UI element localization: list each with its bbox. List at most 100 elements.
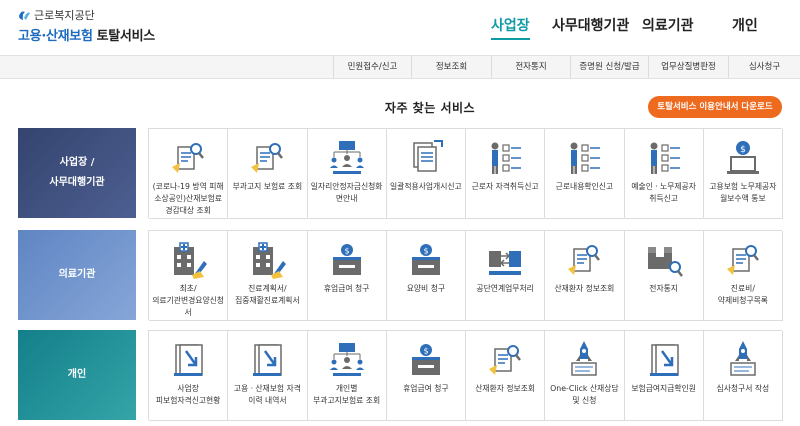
package-magnifier-icon xyxy=(647,247,683,277)
service-tile[interactable]: 부과고지 보험료 조회 xyxy=(228,129,308,219)
service-tile-label: 고용ㆍ산재보험 자격 이력 내역서 xyxy=(233,384,301,405)
service-tile[interactable]: 고용ㆍ산재보험 자격 이력 내역서 xyxy=(228,331,308,421)
row-label-line: 사무대행기관 xyxy=(49,177,105,188)
subnav-civil-application[interactable]: 민원접수/신고 xyxy=(333,56,411,78)
service-tile-label: 고용보험 노무제공자 월보수액 통보 xyxy=(709,182,777,203)
service-tile[interactable]: 일자리안정자금신청화면안내 xyxy=(307,129,387,219)
subnav-info-inquiry[interactable]: 정보조회 xyxy=(411,56,491,78)
document-magnifier-icon xyxy=(172,143,205,173)
document-magnifier-icon xyxy=(251,143,284,173)
svg-text:$: $ xyxy=(423,247,428,256)
download-document-icon xyxy=(649,344,679,376)
service-row-business: 사업장 / 사무대행기관 (코로나-19 방역 피해 소상공인)산재보험료 경감… xyxy=(18,128,783,219)
people-checklist-icon xyxy=(491,142,522,174)
row-label-medical: 의료기관 xyxy=(18,230,136,320)
service-tile[interactable]: 전자통지 xyxy=(624,231,704,321)
people-checklist-icon xyxy=(570,142,601,174)
service-tile[interactable]: $ 휴업급여 청구 xyxy=(307,231,387,321)
hospital-pen-icon xyxy=(174,242,208,279)
service-tile[interactable]: 근로자 자격취득신고 xyxy=(466,129,546,219)
svg-text:$: $ xyxy=(740,145,746,155)
subnav-e-notice[interactable]: 전자통지 xyxy=(491,56,570,78)
service-tile[interactable]: 산재환자 정보조회 xyxy=(466,331,546,421)
download-document-icon xyxy=(174,344,203,376)
service-tile-label: 부과고지 보험료 조회 xyxy=(232,182,303,191)
service-tile-label: One-Click 산재상담 및 신청 xyxy=(550,384,619,405)
service-tile-label: 요양비 청구 xyxy=(406,284,446,293)
service-tile-label: 최초/의료기관변경요양신청서 xyxy=(152,284,224,317)
svg-text:$: $ xyxy=(344,247,349,256)
service-tile-label: 산재환자 정보조회 xyxy=(475,384,536,393)
document-magnifier-icon xyxy=(489,345,522,375)
service-tile-label: 보험급여지급확인원 xyxy=(631,384,696,393)
service-tile-label: 개인별 부과고지보험료 조회 xyxy=(313,384,381,405)
row-label-line: 의료기관 xyxy=(58,269,96,280)
document-stack-arrow-icon xyxy=(413,140,443,172)
nav-business[interactable]: 사업장 xyxy=(491,15,530,40)
row-label-line: 사업장 / xyxy=(59,157,95,168)
service-tile-label: 산재환자 정보조회 xyxy=(554,284,615,293)
money-box-icon: $ xyxy=(411,244,440,275)
service-tile[interactable]: 심사청구서 작성 xyxy=(703,331,783,421)
nav-medical[interactable]: 의료기관 xyxy=(642,15,694,35)
subnav-disease-judgment[interactable]: 업무상질병판정 xyxy=(648,56,728,78)
money-box-icon: $ xyxy=(332,244,361,275)
service-tile-label: 공단연계업무처리 xyxy=(476,284,534,293)
service-tile[interactable]: $ 요양비 청구 xyxy=(386,231,466,321)
service-tile-label: 사업장 피보험자격신고현황 xyxy=(155,384,221,405)
service-tile[interactable]: 공단연계업무처리 xyxy=(466,231,546,321)
service-tile-label: 휴업급여 청구 xyxy=(403,384,449,393)
service-tile-label: 전자통지 xyxy=(649,284,678,293)
download-document-icon xyxy=(253,344,283,376)
service-tile-label: (코로나-19 방역 피해 소상공인)산재보험료 경감대상 조회 xyxy=(152,182,224,215)
rocket-document-icon xyxy=(730,341,756,376)
service-row-personal: 개인 사업장 피보험자격신고현황 고용ㆍ산재보험 자격 이력 내역서 개인별 부과고… xyxy=(18,330,783,421)
document-exchange-icon xyxy=(489,251,522,275)
service-tile[interactable]: 개인별 부과고지보험료 조회 xyxy=(307,331,387,421)
hospital-pen-icon xyxy=(253,242,287,279)
service-tile[interactable]: 진료계획서/집중재활진료계획서 xyxy=(228,231,308,321)
service-tile-label: 휴업급여 청구 xyxy=(323,284,370,293)
service-tile-label: 진료비/약제비청구목록 xyxy=(717,284,768,305)
people-checklist-icon xyxy=(650,142,680,174)
service-tile-label: 심사청구서 작성 xyxy=(716,384,770,393)
service-tile[interactable]: 진료비/약제비청구목록 xyxy=(703,231,783,321)
service-tile[interactable]: 근로내용확인신고 xyxy=(545,129,625,219)
nav-agency[interactable]: 사무대행기관 xyxy=(552,15,629,35)
service-tile-label: 근로내용확인신고 xyxy=(555,182,614,191)
money-box-icon: $ xyxy=(411,344,440,375)
service-tile[interactable]: (코로나-19 방역 피해 소상공인)산재보험료 경감대상 조회 xyxy=(149,129,229,219)
service-tile-label: 근로자 자격취득신고 xyxy=(471,182,539,191)
service-row-medical: 의료기관 최초/의료기관변경요양신청서 진료계획서/집중재활진료계획서 $ 휴업급여 … xyxy=(18,230,783,321)
service-tile-label: 일자리안정자금신청화면안내 xyxy=(310,182,383,203)
guide-download-button[interactable]: 토탈서비스 이용안내서 다운로드 xyxy=(648,96,782,118)
tile-grid: 최초/의료기관변경요양신청서 진료계획서/집중재활진료계획서 $ 휴업급여 청구 $ 요양… xyxy=(148,230,783,321)
service-tile[interactable]: 보험급여지급확인원 xyxy=(624,331,704,421)
subnav-review-request[interactable]: 심사청구 xyxy=(728,56,800,78)
service-tile[interactable]: $ 휴업급여 청구 xyxy=(386,331,466,421)
people-network-icon xyxy=(329,141,364,174)
rocket-document-icon xyxy=(571,341,598,376)
money-laptop-icon: $ xyxy=(726,141,759,174)
subnav-certificate[interactable]: 증명원 신청/발급 xyxy=(570,56,648,78)
row-label-business: 사업장 / 사무대행기관 xyxy=(18,128,136,218)
sub-navigation: 민원접수/신고 정보조회 전자통지 증명원 신청/발급 업무상질병판정 심사청구 xyxy=(0,55,800,79)
top-navigation: 사업장 사무대행기관 의료기관 개인 xyxy=(0,15,800,40)
document-magnifier-icon xyxy=(568,245,601,275)
nav-personal[interactable]: 개인 xyxy=(732,15,758,35)
service-tile[interactable]: 사업장 피보험자격신고현황 xyxy=(149,331,229,421)
row-label-personal: 개인 xyxy=(18,330,136,420)
service-tile[interactable]: One-Click 산재상담 및 신청 xyxy=(545,331,625,421)
service-tile-label: 예술인ㆍ노무제공자 취득신고 xyxy=(631,182,696,203)
service-tile[interactable]: $ 고용보험 노무제공자 월보수액 통보 xyxy=(703,129,783,219)
row-label-line: 개인 xyxy=(67,369,87,380)
service-tile-label: 일괄적용사업개시신고 xyxy=(390,182,462,191)
service-tile[interactable]: 일괄적용사업개시신고 xyxy=(386,129,466,219)
document-magnifier-icon xyxy=(726,245,759,275)
tile-grid: (코로나-19 방역 피해 소상공인)산재보험료 경감대상 조회 부과고지 보험료… xyxy=(148,128,783,219)
service-tile[interactable]: 최초/의료기관변경요양신청서 xyxy=(149,231,229,321)
service-tile[interactable]: 산재환자 정보조회 xyxy=(545,231,625,321)
svg-text:$: $ xyxy=(423,347,428,356)
service-tile-label: 진료계획서/집중재활진료계획서 xyxy=(235,284,300,305)
service-tile[interactable]: 예술인ㆍ노무제공자 취득신고 xyxy=(624,129,704,219)
